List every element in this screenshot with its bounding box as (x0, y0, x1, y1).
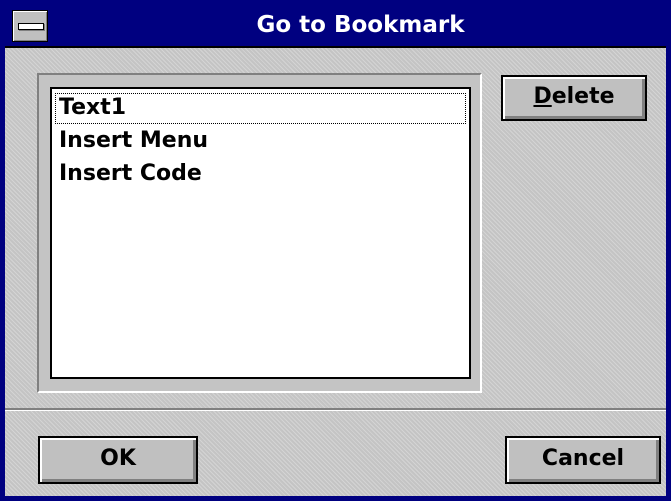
system-menu-bar (18, 23, 44, 30)
delete-button-label: Delete (533, 77, 614, 117)
delete-button[interactable]: Delete (501, 75, 647, 121)
title-bar[interactable]: Go to Bookmark (5, 5, 666, 48)
window-title: Go to Bookmark (256, 12, 465, 38)
go-to-bookmark-dialog: Go to Bookmark Text1 Insert Menu Insert … (0, 0, 671, 501)
bookmark-list-panel: Text1 Insert Menu Insert Code (37, 73, 482, 393)
cancel-button[interactable]: Cancel (505, 436, 661, 484)
ok-button[interactable]: OK (38, 436, 198, 484)
delete-mnemonic: D (533, 84, 552, 109)
bookmark-listbox[interactable]: Text1 Insert Menu Insert Code (50, 87, 471, 379)
button-separator (5, 408, 666, 411)
system-menu-icon[interactable] (12, 10, 48, 42)
list-item[interactable]: Insert Code (54, 158, 467, 191)
list-item[interactable]: Insert Menu (54, 125, 467, 158)
delete-label-rest: elete (551, 84, 615, 109)
list-item[interactable]: Text1 (54, 92, 467, 125)
